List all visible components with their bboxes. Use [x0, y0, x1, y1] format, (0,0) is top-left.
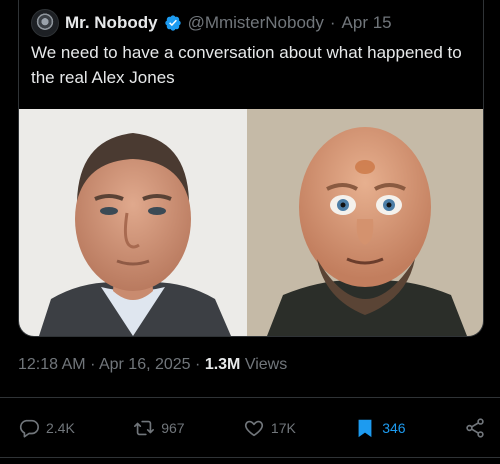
- quoted-tweet-date[interactable]: Apr 15: [342, 13, 392, 33]
- portrait-photo-left: [19, 109, 247, 336]
- views-label: Views: [244, 356, 288, 373]
- portrait-photo-right: [247, 109, 483, 336]
- verified-badge-icon: [164, 15, 181, 31]
- author-handle[interactable]: @MmisterNobody: [188, 13, 324, 33]
- avatar[interactable]: [31, 9, 59, 37]
- bookmark-count: 346: [382, 420, 406, 436]
- divider-top: [0, 397, 500, 398]
- tweet-action-bar: 2.4K 967 17K 346: [18, 413, 486, 443]
- separator-dot: ·: [195, 356, 201, 373]
- like-count: 17K: [270, 420, 296, 436]
- share-icon: [466, 418, 484, 438]
- retweet-count: 967: [161, 420, 185, 436]
- quoted-tweet-media[interactable]: [19, 109, 483, 336]
- views-count: 1.3M: [204, 356, 241, 373]
- tweet-time[interactable]: 12:18 AM: [18, 356, 86, 373]
- separator-dot: ·: [329, 13, 336, 32]
- quoted-tweet-card[interactable]: Mr. Nobody @MmisterNobody · Apr 15 We ne…: [18, 0, 484, 337]
- quoted-tweet-header: Mr. Nobody @MmisterNobody · Apr 15: [31, 9, 471, 37]
- reply-icon: [19, 419, 39, 438]
- media-image-left[interactable]: [19, 109, 247, 336]
- tweet-timestamp-row: 12:18 AM · Apr 16, 2025 · 1.3M Views: [18, 356, 287, 374]
- tweet-date[interactable]: Apr 16, 2025: [99, 356, 191, 373]
- retweet-icon: [134, 420, 155, 436]
- separator-dot: ·: [90, 356, 96, 373]
- bookmark-icon: [358, 419, 372, 438]
- author-display-name[interactable]: Mr. Nobody: [65, 13, 158, 33]
- divider-bottom: [0, 457, 500, 458]
- retweet-button[interactable]: 967: [133, 417, 185, 439]
- share-button[interactable]: [464, 417, 486, 439]
- reply-count: 2.4K: [46, 420, 75, 436]
- like-icon: [244, 420, 263, 437]
- quoted-tweet-text: We need to have a conversation about wha…: [31, 43, 462, 87]
- bookmark-button[interactable]: 346: [354, 417, 406, 439]
- reply-button[interactable]: 2.4K: [18, 417, 75, 439]
- media-image-right[interactable]: [247, 109, 483, 336]
- like-button[interactable]: 17K: [243, 417, 296, 439]
